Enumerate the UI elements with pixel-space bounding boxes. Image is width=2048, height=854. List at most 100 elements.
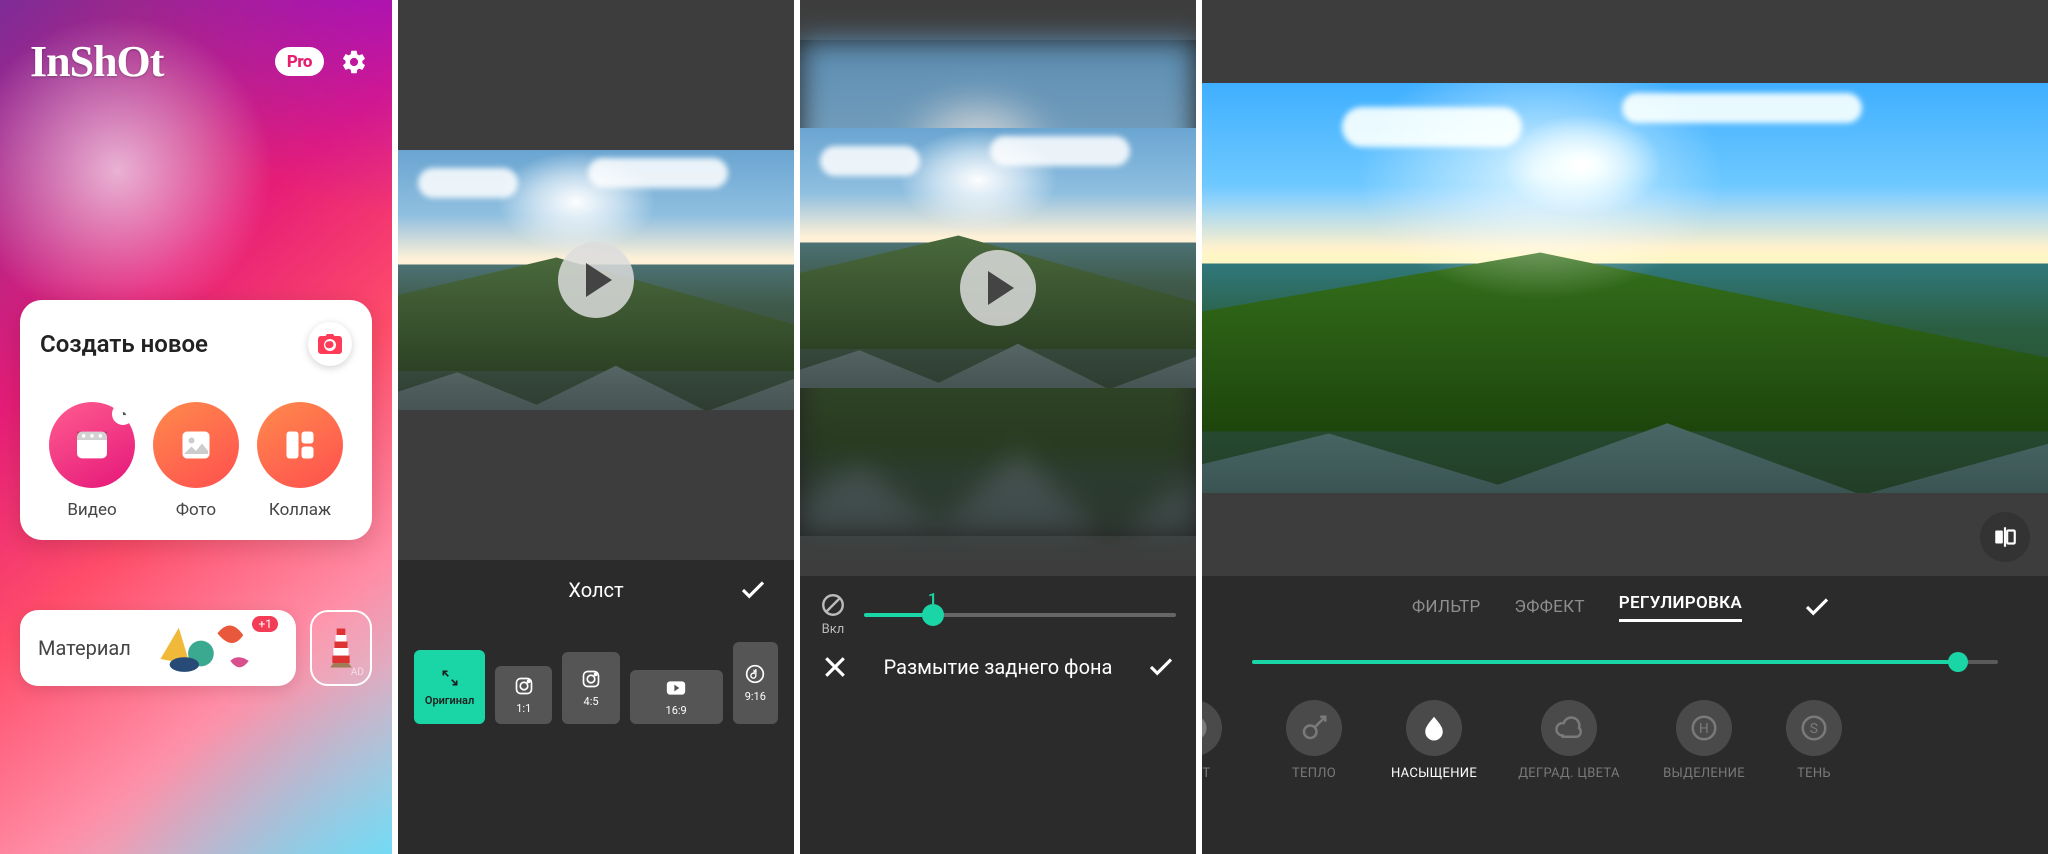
ratio-9-16-button[interactable]: 9:16: [733, 642, 778, 724]
video-preview[interactable]: [800, 0, 1196, 576]
contrast-icon: [1202, 700, 1222, 756]
preview-frame: [1202, 83, 2048, 493]
material-badge: +1: [252, 616, 278, 632]
collage-icon: [257, 402, 343, 488]
adjust-tool-panel: ФИЛЬТР ЭФФЕКТ РЕГУЛИРОВКА РАСТ ТЕПЛО НАС…: [1202, 576, 2048, 854]
tab-filter[interactable]: ФИЛЬТР: [1412, 597, 1481, 617]
adjust-fade-label: ДЕГРАД. ЦВЕТА: [1518, 766, 1620, 781]
svg-text:H: H: [1699, 721, 1709, 737]
preview-frame: [398, 150, 794, 410]
blur-screen: Вкл 1 Размытие заднего фона: [800, 0, 1196, 854]
saturation-icon: [1406, 700, 1462, 756]
ratio-1-1-label: 1:1: [516, 702, 531, 715]
material-label: Материал: [38, 636, 131, 660]
play-icon: [988, 271, 1014, 305]
create-video-label: Видео: [42, 500, 142, 520]
canvas-tool-panel: Холст Оригинал 1:1 4:5 16:9: [398, 560, 794, 854]
home-top-actions: Pro: [275, 47, 368, 76]
tab-adjust[interactable]: РЕГУЛИРОВКА: [1619, 593, 1742, 622]
blur-title-bar: Размытие заднего фона: [800, 637, 1196, 697]
slider-thumb[interactable]: [1948, 652, 1968, 672]
create-collage-label: Коллаж: [250, 500, 350, 520]
pro-button[interactable]: Pro: [275, 47, 324, 76]
create-photo-button[interactable]: Фото: [146, 402, 246, 520]
create-options: ◔ Видео Фото Коллаж: [40, 402, 352, 520]
ratio-1-1-button[interactable]: 1:1: [495, 666, 552, 724]
play-button[interactable]: [960, 250, 1036, 326]
blur-title: Размытие заднего фона: [856, 655, 1140, 679]
adjust-shadow-button[interactable]: S ТЕНЬ: [1764, 700, 1864, 781]
adjust-tabs: ФИЛЬТР ЭФФЕКТ РЕГУЛИРОВКА: [1202, 576, 2048, 638]
create-video-button[interactable]: ◔ Видео: [42, 402, 142, 520]
adjust-highlight-label: ВЫДЕЛЕНИЕ: [1663, 766, 1745, 781]
adjust-slider[interactable]: [1202, 638, 2048, 686]
blur-slider[interactable]: 1: [864, 595, 1176, 635]
compare-icon: [1992, 524, 2018, 550]
youtube-icon: [666, 678, 686, 698]
instagram-icon: [581, 669, 601, 689]
settings-icon[interactable]: [340, 48, 368, 76]
material-button[interactable]: Материал +1: [20, 610, 296, 686]
photo-icon: [153, 402, 239, 488]
create-photo-label: Фото: [146, 500, 246, 520]
video-icon: ◔: [49, 402, 135, 488]
shadow-icon: S: [1786, 700, 1842, 756]
confirm-button[interactable]: [732, 569, 774, 611]
camera-button[interactable]: [308, 322, 352, 366]
aspect-ratio-row: Оригинал 1:1 4:5 16:9 9:16: [398, 620, 794, 740]
adjust-screen: ФИЛЬТР ЭФФЕКТ РЕГУЛИРОВКА РАСТ ТЕПЛО НАС…: [1202, 0, 2048, 854]
adjust-shadow-label: ТЕНЬ: [1797, 766, 1831, 781]
ad-label: AD: [351, 667, 364, 678]
home-screen: InShOt Pro Создать новое ◔ Видео: [0, 0, 392, 854]
play-button[interactable]: [558, 242, 634, 318]
canvas-title-bar: Холст: [398, 560, 794, 620]
ratio-16-9-label: 16:9: [666, 704, 687, 717]
ratio-original-label: Оригинал: [425, 694, 474, 707]
create-new-card: Создать новое ◔ Видео Фото: [20, 300, 372, 540]
ratio-4-5-button[interactable]: 4:5: [562, 652, 619, 724]
svg-text:S: S: [1810, 721, 1819, 737]
video-preview[interactable]: [1202, 0, 2048, 576]
create-title: Создать новое: [40, 330, 208, 358]
adjust-fade-button[interactable]: ДЕГРАД. ЦВЕТА: [1494, 700, 1644, 781]
highlight-icon: H: [1676, 700, 1732, 756]
canvas-title: Холст: [460, 578, 732, 602]
adjust-saturation-button[interactable]: НАСЫЩЕНИЕ: [1374, 700, 1494, 781]
adjust-warmth-label: ТЕПЛО: [1292, 766, 1336, 781]
blur-enable-label: Вкл: [822, 622, 845, 637]
home-top-bar: InShOt Pro: [30, 36, 368, 87]
close-button[interactable]: [814, 646, 856, 688]
ratio-16-9-button[interactable]: 16:9: [630, 670, 723, 724]
lighthouse-icon: [328, 626, 354, 670]
adjust-saturation-label: НАСЫЩЕНИЕ: [1391, 766, 1477, 781]
ratio-original-button[interactable]: Оригинал: [414, 650, 485, 724]
musically-icon: [745, 664, 765, 684]
video-preview[interactable]: [398, 0, 794, 560]
slider-thumb[interactable]: [922, 604, 944, 626]
adjust-highlight-button[interactable]: H ВЫДЕЛЕНИЕ: [1644, 700, 1764, 781]
confirm-button[interactable]: [1140, 646, 1182, 688]
ratio-4-5-label: 4:5: [584, 695, 599, 708]
compare-button[interactable]: [1980, 512, 2030, 562]
adjust-contrast-button[interactable]: РАСТ: [1202, 700, 1254, 781]
preview-frame: [800, 40, 1196, 536]
warmth-icon: [1286, 700, 1342, 756]
ratio-9-16-label: 9:16: [745, 690, 766, 703]
adjust-warmth-button[interactable]: ТЕПЛО: [1254, 700, 1374, 781]
blur-enable-toggle[interactable]: Вкл: [820, 592, 846, 637]
cloud-icon: [1541, 700, 1597, 756]
confirm-button[interactable]: [1796, 586, 1838, 628]
blur-slider-area: Вкл 1: [800, 576, 1196, 637]
ad-lighthouse-button[interactable]: AD: [310, 610, 372, 686]
material-row: Материал +1 AD: [20, 610, 372, 686]
disable-icon: [820, 592, 846, 618]
blur-slider-row: Вкл 1: [820, 592, 1176, 637]
adjust-items-row: РАСТ ТЕПЛО НАСЫЩЕНИЕ ДЕГРАД. ЦВЕТА H ВЫД…: [1202, 686, 2048, 806]
create-card-header: Создать новое: [40, 322, 352, 366]
play-icon: [586, 263, 612, 297]
tab-effect[interactable]: ЭФФЕКТ: [1515, 597, 1585, 617]
video-dot-icon: ◔: [112, 403, 134, 425]
app-logo: InShOt: [30, 36, 163, 87]
create-collage-button[interactable]: Коллаж: [250, 402, 350, 520]
adjust-contrast-label: РАСТ: [1202, 766, 1210, 781]
